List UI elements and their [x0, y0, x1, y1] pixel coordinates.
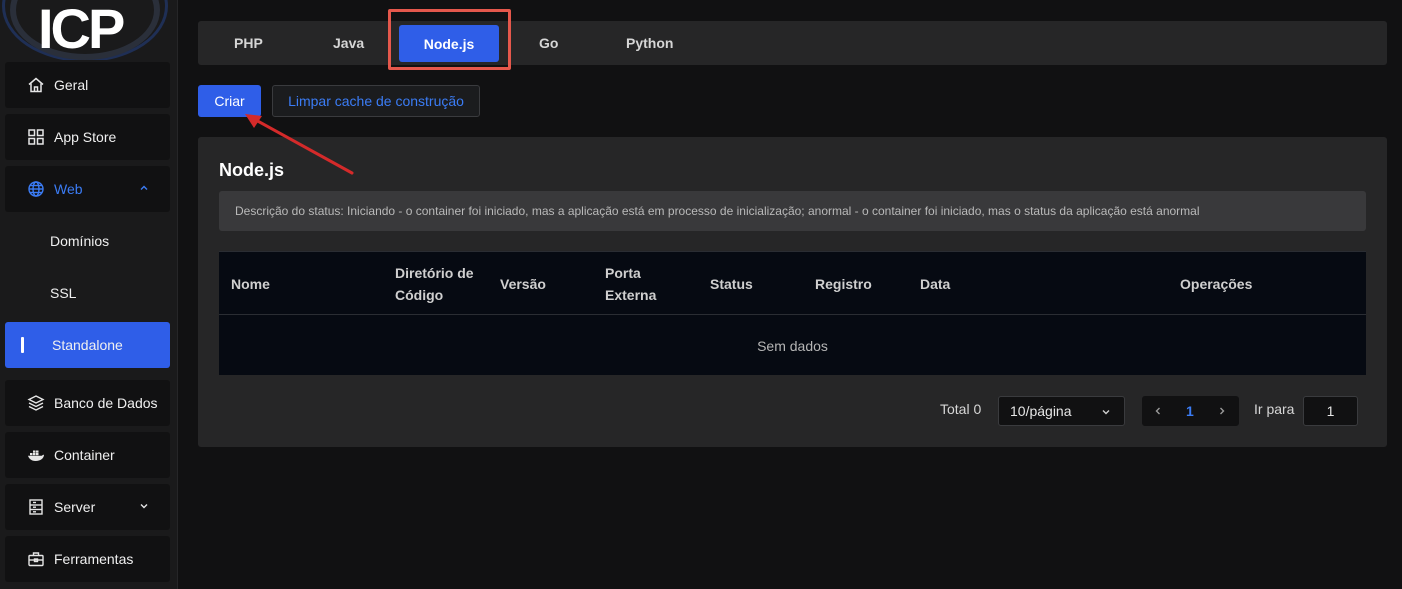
sidebar-item-label: Ferramentas — [54, 551, 134, 567]
home-icon — [27, 76, 45, 94]
sidebar-item-label: Server — [54, 499, 96, 515]
column-header-registro: Registro — [815, 275, 872, 292]
column-header-operacoes: Operações — [1180, 275, 1253, 292]
tab-java[interactable]: Java — [333, 21, 364, 65]
tab-go[interactable]: Go — [539, 21, 558, 65]
sidebar-item-container[interactable]: Container — [5, 432, 170, 478]
runtime-tabs: PHP Java Node.js Go Python — [198, 21, 1387, 65]
column-header-nome: Nome — [231, 275, 270, 292]
layers-icon — [27, 394, 45, 412]
table-header: Nome Diretório de Código Versão Porta Ex… — [219, 252, 1366, 315]
sidebar-item-ferramentas[interactable]: Ferramentas — [5, 536, 170, 582]
table-empty-state: Sem dados — [757, 337, 828, 354]
chevron-down-icon — [1102, 410, 1110, 415]
sidebar-item-ssl[interactable]: SSL — [5, 270, 170, 316]
page-number-current[interactable]: 1 — [1186, 403, 1194, 419]
sidebar-item-label: Container — [54, 447, 115, 463]
toolbox-icon — [27, 550, 45, 568]
docker-icon — [27, 446, 45, 464]
goto-page-input[interactable] — [1303, 396, 1358, 426]
sidebar-item-label: Geral — [54, 77, 89, 93]
runtime-table: Nome Diretório de Código Versão Porta Ex… — [219, 251, 1366, 375]
sidebar-item-label: Web — [54, 181, 83, 197]
chevron-right-icon[interactable] — [1216, 405, 1228, 417]
sidebar-item-server[interactable]: Server — [5, 484, 170, 530]
app-logo: ICP — [0, 0, 178, 60]
column-header-status: Status — [710, 275, 753, 292]
pagination-total: Total 0 — [940, 401, 982, 417]
sidebar-item-app-store[interactable]: App Store — [5, 114, 170, 160]
page-size-select[interactable]: 10/página — [998, 396, 1125, 426]
annotation-arrow — [245, 114, 354, 175]
status-description: Descrição do status: Iniciando - o conta… — [219, 191, 1366, 231]
sidebar-item-label: Domínios — [50, 233, 110, 249]
sidebar-item-geral[interactable]: Geral — [5, 62, 170, 108]
globe-icon — [27, 180, 45, 198]
grid-icon — [27, 128, 45, 146]
column-header-versao: Versão — [500, 275, 546, 292]
sidebar-item-label: Standalone — [52, 337, 123, 353]
pager: 1 — [1142, 396, 1239, 426]
column-header-diretorio: Diretório de Código — [395, 264, 474, 303]
tab-php[interactable]: PHP — [234, 21, 263, 65]
sidebar-item-label: App Store — [54, 129, 117, 145]
column-header-porta: Porta Externa — [605, 264, 657, 303]
chevron-down-icon — [140, 504, 148, 509]
sidebar-item-label: SSL — [50, 285, 77, 301]
goto-label: Ir para — [1254, 401, 1295, 417]
runtime-card: Node.js Descrição do status: Iniciando -… — [198, 137, 1387, 447]
annotation-highlight-box — [388, 9, 511, 70]
sidebar-item-dominios[interactable]: Domínios — [5, 218, 170, 264]
logo-text: ICP — [38, 0, 125, 60]
page-size-value: 10/página — [1010, 403, 1072, 419]
sidebar-item-web[interactable]: Web — [5, 166, 170, 212]
sidebar: ICP Geral App Store Web Domínios SSL Sta… — [0, 0, 178, 589]
tab-python[interactable]: Python — [626, 21, 673, 65]
sidebar-item-banco-de-dados[interactable]: Banco de Dados — [5, 380, 170, 426]
chevron-left-icon[interactable] — [1152, 405, 1164, 417]
chevron-up-icon — [140, 185, 148, 190]
column-header-data: Data — [920, 275, 951, 292]
sidebar-item-standalone[interactable]: Standalone — [5, 322, 170, 368]
sidebar-item-label: Banco de Dados — [54, 395, 158, 411]
server-icon — [27, 498, 45, 516]
